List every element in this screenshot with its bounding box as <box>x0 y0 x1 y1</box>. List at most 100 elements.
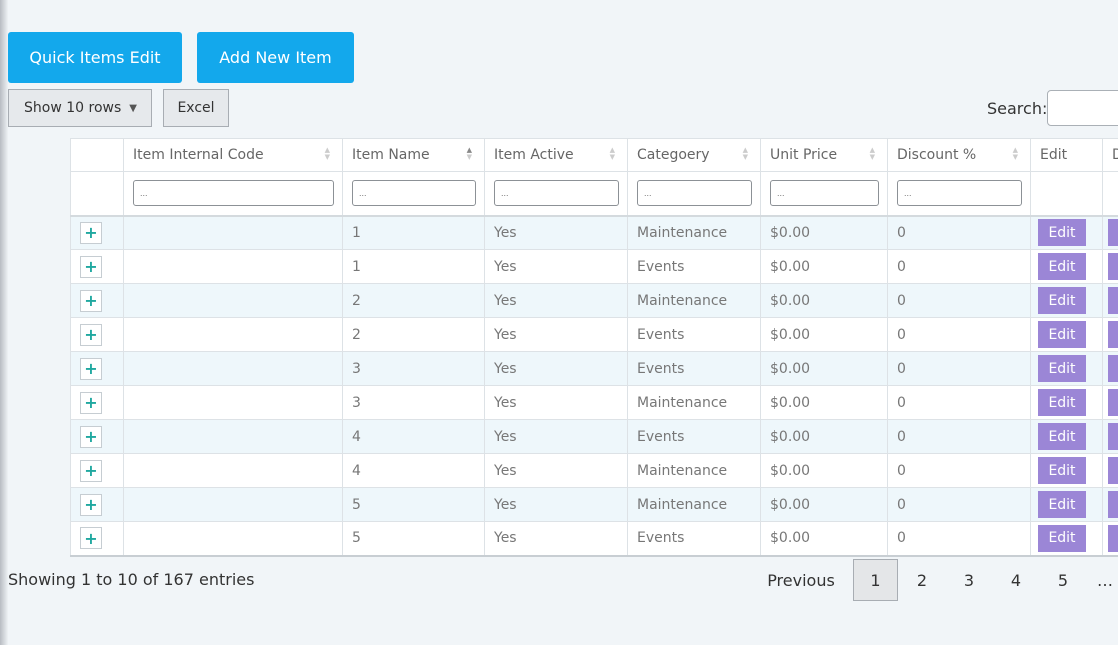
expand-cell: + <box>70 487 124 522</box>
expand-cell: + <box>70 419 124 454</box>
delete-button[interactable] <box>1108 321 1118 348</box>
filter-cell <box>627 171 761 216</box>
item-active-cell: Yes <box>484 453 628 488</box>
plus-icon[interactable]: + <box>80 289 102 312</box>
column-filter-input[interactable] <box>637 180 752 207</box>
delete-button[interactable] <box>1108 423 1118 450</box>
category-cell: Maintenance <box>627 283 761 318</box>
add-new-item-button[interactable]: Add New Item <box>197 32 354 83</box>
column-header[interactable]: Categoery ▲ ▼ <box>627 138 761 172</box>
plus-icon[interactable]: + <box>80 323 102 346</box>
plus-icon[interactable]: + <box>80 493 102 516</box>
extra-action-cell <box>1102 385 1118 420</box>
category-cell: Events <box>627 351 761 386</box>
delete-button[interactable] <box>1108 219 1118 247</box>
column-header-label: Item Internal Code <box>133 147 264 163</box>
sort-icon: ▲ ▼ <box>324 146 330 161</box>
excel-export-button[interactable]: Excel <box>163 89 229 127</box>
pagination-page-5[interactable]: 5 <box>1044 559 1082 601</box>
plus-icon[interactable]: + <box>80 357 102 380</box>
column-header-label: Item Name <box>352 147 430 163</box>
edit-button[interactable]: Edit <box>1038 524 1086 552</box>
category-cell: Maintenance <box>627 385 761 420</box>
column-header[interactable]: Unit Price ▲ ▼ <box>760 138 888 172</box>
column-header[interactable]: Item Name ▲ ▼ <box>342 138 485 172</box>
item-code-cell <box>123 487 343 522</box>
item-name-cell: 1 <box>342 214 485 250</box>
pagination-page-4[interactable]: 4 <box>997 559 1035 601</box>
edit-button[interactable]: Edit <box>1038 219 1086 247</box>
pagination-page-1[interactable]: 1 <box>853 559 898 601</box>
extra-action-cell <box>1102 249 1118 284</box>
table-row: +2 Yes Maintenance $0.00 0 Edit <box>70 283 1118 318</box>
pagination-previous[interactable]: Previous <box>757 559 845 601</box>
delete-button[interactable] <box>1108 524 1118 552</box>
show-rows-dropdown[interactable]: Show 10 rows ▼ <box>8 89 152 127</box>
column-filter-input[interactable] <box>352 180 476 207</box>
delete-button[interactable] <box>1108 457 1118 484</box>
quick-items-edit-button[interactable]: Quick Items Edit <box>8 32 182 83</box>
plus-icon[interactable]: + <box>80 391 102 414</box>
item-name-cell: 5 <box>342 487 485 522</box>
delete-button[interactable] <box>1108 287 1118 314</box>
plus-icon[interactable]: + <box>80 527 102 550</box>
item-code-cell <box>123 419 343 454</box>
edit-button[interactable]: Edit <box>1038 389 1086 416</box>
edit-button[interactable]: Edit <box>1038 355 1086 382</box>
column-filter-input[interactable] <box>133 180 334 207</box>
column-header[interactable]: Discount % ▲ ▼ <box>887 138 1031 172</box>
column-filter-input[interactable] <box>897 180 1022 207</box>
category-cell: Events <box>627 249 761 284</box>
sort-icon: ▲ ▼ <box>466 146 472 161</box>
column-header[interactable]: Item Active ▲ ▼ <box>484 138 628 172</box>
delete-button[interactable] <box>1108 389 1118 416</box>
unit-price-cell: $0.00 <box>760 214 888 250</box>
edit-button[interactable]: Edit <box>1038 457 1086 484</box>
unit-price-cell: $0.00 <box>760 351 888 386</box>
category-cell: Maintenance <box>627 453 761 488</box>
unit-price-cell: $0.00 <box>760 419 888 454</box>
expand-cell: + <box>70 214 124 250</box>
discount-cell: 0 <box>887 487 1031 522</box>
edit-button[interactable]: Edit <box>1038 423 1086 450</box>
delete-button[interactable] <box>1108 253 1118 280</box>
search-input[interactable] <box>1047 90 1118 126</box>
edit-button[interactable]: Edit <box>1038 321 1086 348</box>
filter-cell <box>1102 171 1118 216</box>
unit-price-cell: $0.00 <box>760 317 888 352</box>
delete-button[interactable] <box>1108 491 1118 518</box>
expand-cell: + <box>70 317 124 352</box>
column-header-label: Discount % <box>897 147 977 163</box>
category-cell: Events <box>627 521 761 557</box>
plus-icon[interactable]: + <box>80 425 102 448</box>
plus-icon[interactable]: + <box>80 459 102 482</box>
edit-button[interactable]: Edit <box>1038 253 1086 280</box>
edit-cell: Edit <box>1030 317 1103 352</box>
unit-price-cell: $0.00 <box>760 283 888 318</box>
expand-cell: + <box>70 385 124 420</box>
edit-button[interactable]: Edit <box>1038 491 1086 518</box>
column-filter-input[interactable] <box>770 180 879 207</box>
plus-icon[interactable]: + <box>80 221 102 244</box>
pagination-page-3[interactable]: 3 <box>950 559 988 601</box>
filter-cell <box>484 171 628 216</box>
extra-action-cell <box>1102 419 1118 454</box>
item-active-cell: Yes <box>484 521 628 557</box>
plus-icon[interactable]: + <box>80 255 102 278</box>
extra-action-cell <box>1102 453 1118 488</box>
item-active-cell: Yes <box>484 385 628 420</box>
item-active-cell: Yes <box>484 487 628 522</box>
edit-button[interactable]: Edit <box>1038 287 1086 314</box>
delete-button[interactable] <box>1108 355 1118 382</box>
item-name-cell: 3 <box>342 351 485 386</box>
item-name-cell: 4 <box>342 419 485 454</box>
item-name-cell: 4 <box>342 453 485 488</box>
table-row: +1 Yes Maintenance $0.00 0 Edit <box>70 214 1118 250</box>
expand-cell: + <box>70 521 124 557</box>
column-filter-input[interactable] <box>494 180 619 207</box>
filter-cell <box>70 171 124 216</box>
item-active-cell: Yes <box>484 249 628 284</box>
category-cell: Events <box>627 317 761 352</box>
pagination-page-2[interactable]: 2 <box>903 559 941 601</box>
column-header[interactable]: Item Internal Code ▲ ▼ <box>123 138 343 172</box>
